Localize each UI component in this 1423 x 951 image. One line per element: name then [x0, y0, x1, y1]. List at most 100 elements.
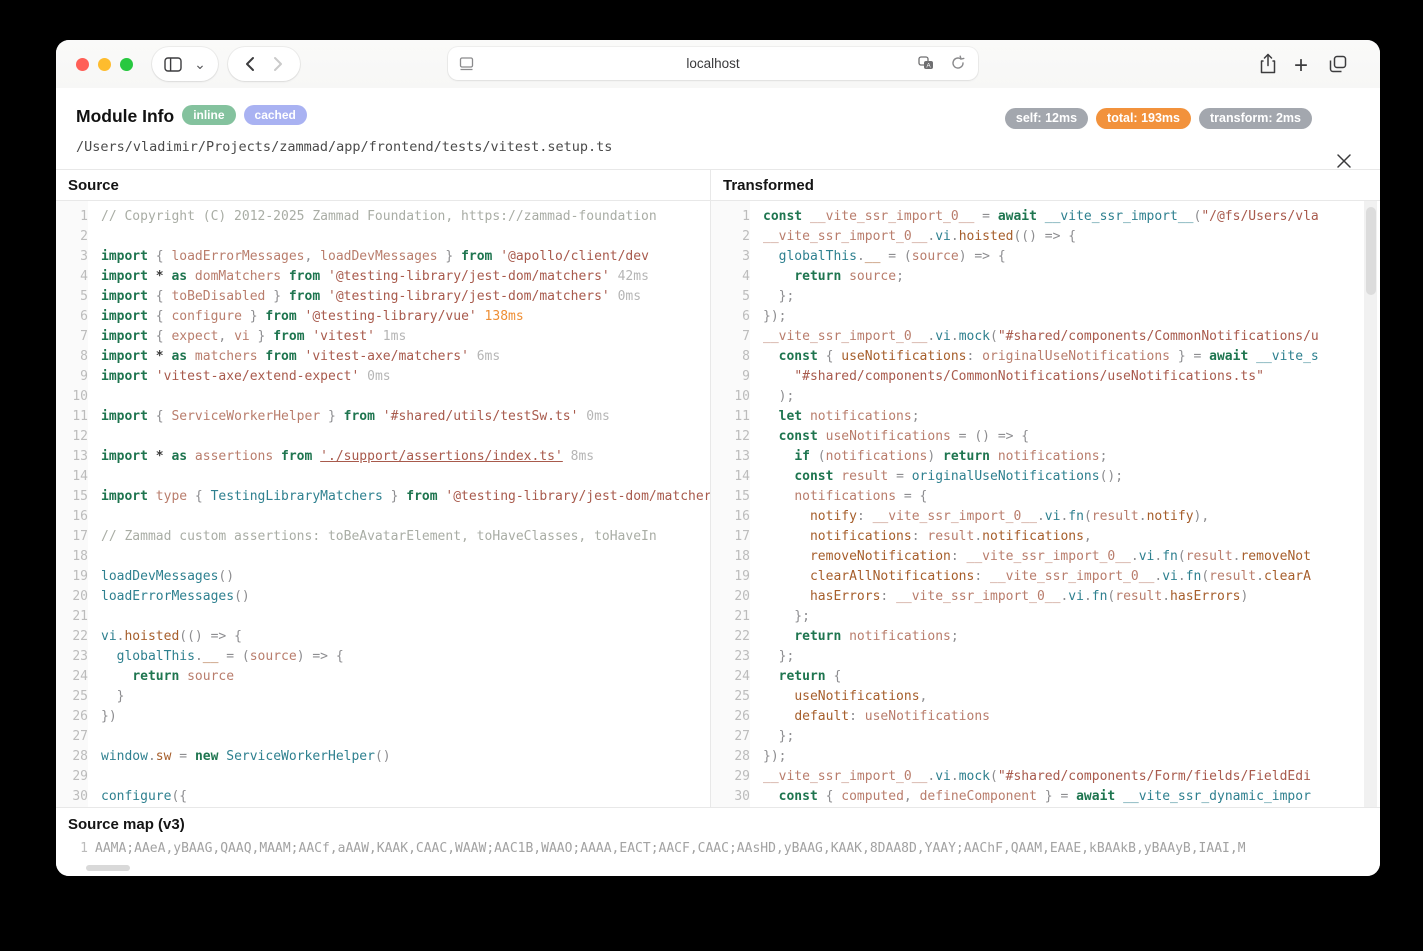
- code-token: }: [265, 289, 288, 304]
- share-icon[interactable]: [1258, 53, 1278, 75]
- line-number: 27: [710, 727, 757, 747]
- code-token: .: [951, 769, 959, 784]
- code-token: import: [101, 269, 148, 284]
- line-number: 11: [710, 407, 757, 427]
- transformed-scrollbar-track[interactable]: [1364, 201, 1377, 807]
- code-token: originalUseNotifications: [912, 469, 1100, 484]
- code-token: ;: [912, 409, 920, 424]
- code-line: 6});: [710, 307, 1380, 327]
- forward-icon[interactable]: [273, 56, 283, 72]
- maximize-window-button[interactable]: [120, 58, 133, 71]
- new-tab-icon[interactable]: +: [1294, 52, 1308, 80]
- code-line: 25 useNotifications,: [710, 687, 1380, 707]
- code-token: __: [203, 649, 219, 664]
- url-bar[interactable]: localhost A: [448, 47, 978, 80]
- code-token: ServiceWorkerHelper: [171, 409, 320, 424]
- code-token: [763, 549, 810, 564]
- code-token: });: [763, 309, 786, 324]
- code-line: 17// Zammad custom assertions: toBeAvata…: [56, 527, 710, 547]
- code-token: (: [1178, 549, 1186, 564]
- line-number: 29: [56, 767, 95, 787]
- line-number: 19: [56, 567, 95, 587]
- translate-icon[interactable]: A: [918, 56, 934, 71]
- code-token: ,: [904, 789, 920, 804]
- code-token: =: [888, 469, 911, 484]
- code-token: import: [101, 369, 148, 384]
- code-line: 29__vite_ssr_import_0__.vi.mock("#shared…: [710, 767, 1380, 787]
- page-title: Module Infoinlinecached: [76, 105, 307, 127]
- code-token: ;: [896, 269, 904, 284]
- close-icon[interactable]: [1335, 152, 1353, 170]
- code-token: from: [265, 309, 296, 324]
- code-token: }): [101, 709, 117, 724]
- code-token: source: [912, 249, 959, 264]
- line-number: 15: [710, 487, 757, 507]
- sidebar-toggle-icon[interactable]: [164, 57, 182, 72]
- transform-time-badge: transform: 2ms: [1199, 108, 1312, 129]
- line-number: 10: [710, 387, 757, 407]
- minimize-window-button[interactable]: [98, 58, 111, 71]
- code-token: window: [101, 749, 148, 764]
- code-line: 28window.sw = new ServiceWorkerHelper(): [56, 747, 710, 767]
- code-line: 3 globalThis.__ = (source) => {: [710, 247, 1380, 267]
- code-token: __: [865, 249, 881, 264]
- code-token: vi: [935, 329, 951, 344]
- code-token: ) => {: [959, 249, 1006, 264]
- code-token: 'vitest-axe/matchers': [297, 349, 469, 364]
- code-token: vi: [1045, 509, 1061, 524]
- code-token: import: [101, 449, 148, 464]
- code-line: 15import type { TestingLibraryMatchers }…: [56, 487, 710, 507]
- code-token: 42ms: [610, 269, 649, 284]
- code-token: {: [818, 789, 841, 804]
- code-token: useNotifications: [794, 689, 919, 704]
- line-number: 3: [56, 247, 95, 267]
- code-token: import: [101, 349, 148, 364]
- back-icon[interactable]: [245, 56, 255, 72]
- code-token: {: [826, 669, 842, 684]
- close-window-button[interactable]: [76, 58, 89, 71]
- code-token: };: [763, 649, 794, 664]
- code-token: }: [101, 689, 124, 704]
- line-number: 4: [56, 267, 95, 287]
- code-token: result: [927, 529, 974, 544]
- code-token: 1ms: [375, 329, 406, 344]
- code-line: 11 let notifications;: [710, 407, 1380, 427]
- code-token: await: [998, 209, 1037, 224]
- code-token: fn: [1092, 589, 1108, 604]
- module-link[interactable]: './support/assertions/index.ts': [320, 449, 563, 464]
- source-panel-title: Source: [56, 170, 710, 201]
- code-token: 0ms: [359, 369, 390, 384]
- code-token: 8ms: [563, 449, 594, 464]
- code-token: __vite_ssr_import_0__: [763, 229, 927, 244]
- code-token: (() => {: [179, 629, 242, 644]
- code-token: .: [1131, 549, 1139, 564]
- code-token: __vite_ssr_import_0__: [763, 329, 927, 344]
- chevron-down-icon[interactable]: ⌄: [194, 57, 206, 71]
- code-token: vi: [1162, 569, 1178, 584]
- reload-icon[interactable]: [950, 55, 966, 71]
- line-number: 27: [56, 727, 95, 747]
- tab-overview-icon[interactable]: [1328, 54, 1348, 74]
- source-map-scrollbar[interactable]: [86, 865, 130, 871]
- code-token: [763, 349, 779, 364]
- line-number: 22: [710, 627, 757, 647]
- code-token: expect: [171, 329, 218, 344]
- line-number: 30: [710, 787, 757, 807]
- self-time-badge: self: 12ms: [1005, 108, 1088, 129]
- code-line: 29: [56, 767, 710, 787]
- code-token: assertions: [187, 449, 273, 464]
- transformed-scrollbar-thumb[interactable]: [1366, 207, 1376, 295]
- code-token: const: [794, 469, 833, 484]
- code-token: ServiceWorkerHelper: [218, 749, 375, 764]
- code-token: [101, 649, 117, 664]
- code-token: ;: [951, 629, 959, 644]
- total-time-badge: total: 193ms: [1096, 108, 1191, 129]
- code-token: .: [1178, 569, 1186, 584]
- line-number: 16: [56, 507, 95, 527]
- code-token: [763, 269, 794, 284]
- code-token: type: [148, 489, 187, 504]
- line-number: 7: [56, 327, 95, 347]
- code-line: 4 return source;: [710, 267, 1380, 287]
- code-line: 26}): [56, 707, 710, 727]
- code-token: from: [344, 409, 375, 424]
